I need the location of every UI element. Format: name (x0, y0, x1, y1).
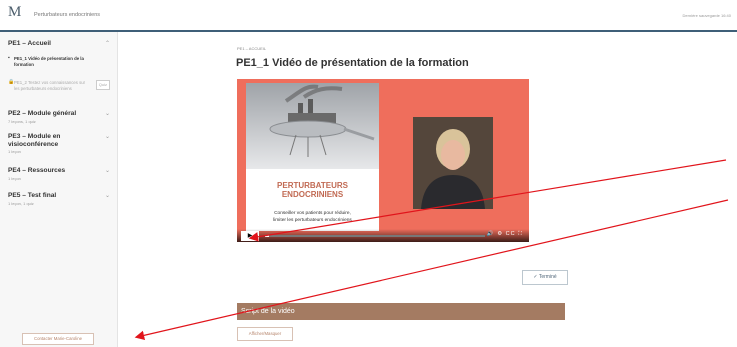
text-line-2: limiter les perturbateurs endocriniens (273, 218, 352, 223)
video-controls: ▶ 🔊 ⚙ CC ⛶ (237, 229, 529, 242)
presenter-figure (413, 117, 493, 209)
course-title[interactable]: Perturbateurs endocriniens (34, 12, 100, 18)
chevron-down-icon[interactable]: ⌄ (105, 167, 110, 174)
module-title: PE2 – Module général (8, 110, 77, 117)
video-progress-fill (265, 235, 270, 237)
heading-line-2: ENDOCRINIENS (281, 190, 344, 199)
sidebar-module-pe2[interactable]: PE2 – Module général 7 leçons, 1 quiz ⌄ (8, 110, 110, 124)
lesson-current-icon: ▪ (8, 55, 10, 61)
quiz-badge: Quiz (95, 80, 110, 90)
video-slide-text: Conseiller vos patients pour réduire, li… (246, 210, 379, 224)
chevron-down-icon[interactable]: ⌄ (105, 192, 110, 199)
sidebar-lesson-pe1-1[interactable]: ▪ PE1_1 Vidéo de présentation de la form… (8, 55, 110, 69)
play-icon[interactable]: ▶ (241, 231, 259, 241)
module-title: PE4 – Ressources (8, 167, 66, 174)
video-slide-heading: PERTURBATEURS ENDOCRINIENS (246, 181, 379, 199)
module-meta: 1 leçon, 1 quiz (8, 200, 34, 206)
contact-instructor-button[interactable]: Contacter Marie-Caroline (22, 333, 94, 345)
video-progress-bar[interactable] (265, 235, 485, 237)
app-window: M Perturbateurs endocriniens Dernière sa… (0, 0, 737, 347)
presenter-video-image (413, 117, 493, 209)
script-section-header: Script de la vidéo (237, 303, 565, 320)
lesson-title: PE1_2 Testez vos connaissances sur les p… (14, 80, 86, 91)
text-line-1: Conseiller vos patients pour réduire, (274, 211, 351, 216)
spoon-factory-illustration (269, 84, 375, 157)
heading-line-1: PERTURBATEURS (277, 181, 348, 190)
mark-complete-button[interactable]: ✓ Terminé (522, 270, 568, 285)
module-meta: 7 leçons, 1 quiz (8, 118, 36, 124)
lesson-title: PE1_1 Vidéo de présentation de la format… (14, 56, 84, 67)
sidebar-module-pe1[interactable]: PE1 – Accueil ⌃ (8, 40, 110, 48)
module-meta: 1 leçon (8, 175, 21, 181)
sidebar-module-pe5[interactable]: PE5 – Test final 1 leçon, 1 quiz ⌄ (8, 192, 110, 206)
sidebar-module-pe4[interactable]: PE4 – Ressources 1 leçon ⌄ (8, 167, 110, 181)
illustration-image (246, 83, 379, 169)
module-title: PE1 – Accueil (8, 40, 52, 47)
sidebar-lesson-pe1-2[interactable]: 🔒 PE1_2 Testez vos connaissances sur les… (8, 79, 110, 100)
saved-status: Dernière sauvegarde 16:40 (682, 13, 731, 18)
page-title: PE1_1 Vidéo de présentation de la format… (236, 57, 469, 69)
chevron-down-icon[interactable]: ⌄ (105, 110, 110, 117)
sidebar-module-pe3[interactable]: PE3 – Module en visioconférence 1 leçon … (8, 133, 110, 154)
module-title: PE5 – Test final (8, 192, 57, 199)
module-meta: 1 leçon (8, 149, 21, 154)
module-title: PE3 – Module en visioconférence (8, 133, 61, 148)
course-sidebar: PE1 – Accueil ⌃ ▪ PE1_1 Vidéo de présent… (0, 32, 118, 347)
chevron-up-icon[interactable]: ⌃ (105, 40, 110, 47)
toggle-script-button[interactable]: Afficher/Masquer (237, 327, 293, 341)
video-slide-card: PERTURBATEURS ENDOCRINIENS Conseiller vo… (246, 83, 379, 231)
player-control-icons[interactable]: 🔊 ⚙ CC ⛶ (487, 231, 523, 238)
chevron-down-icon[interactable]: ⌄ (105, 133, 110, 140)
video-player[interactable]: PERTURBATEURS ENDOCRINIENS Conseiller vo… (237, 79, 529, 242)
breadcrumb[interactable]: PE1 – ACCUEIL (237, 46, 266, 51)
brand-logo[interactable]: M (8, 4, 30, 24)
top-bar: M Perturbateurs endocriniens Dernière sa… (0, 0, 737, 32)
